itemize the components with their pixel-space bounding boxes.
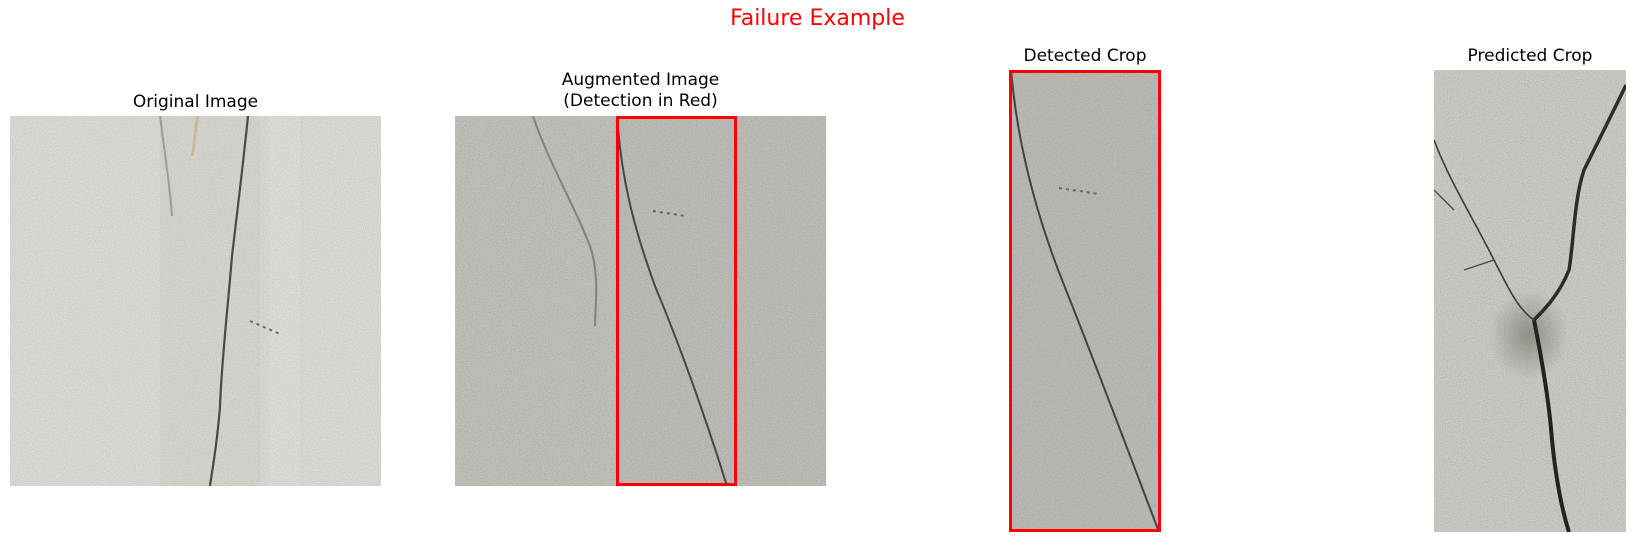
augmented-image-title-line-1: Augmented Image bbox=[561, 70, 720, 90]
augmented-image bbox=[455, 116, 826, 486]
detection-box bbox=[616, 116, 737, 486]
original-image-title: Original Image bbox=[10, 92, 381, 113]
augmented-image-title: Augmented Image (Detection in Red) bbox=[455, 70, 826, 112]
predicted-crop-title-line: Predicted Crop bbox=[1467, 46, 1593, 66]
detected-crop-title-line: Detected Crop bbox=[1023, 46, 1147, 66]
original-image-title-line: Original Image bbox=[132, 92, 259, 112]
figure-title: Failure Example bbox=[730, 6, 905, 31]
predicted-crop bbox=[1434, 70, 1626, 532]
detected-crop-border bbox=[1009, 70, 1161, 532]
predicted-crop-title: Predicted Crop bbox=[1434, 46, 1626, 67]
detected-crop bbox=[1009, 70, 1161, 532]
detected-crop-title: Detected Crop bbox=[1009, 46, 1161, 67]
original-image bbox=[10, 116, 381, 486]
augmented-image-title-line-2: (Detection in Red) bbox=[563, 91, 718, 111]
